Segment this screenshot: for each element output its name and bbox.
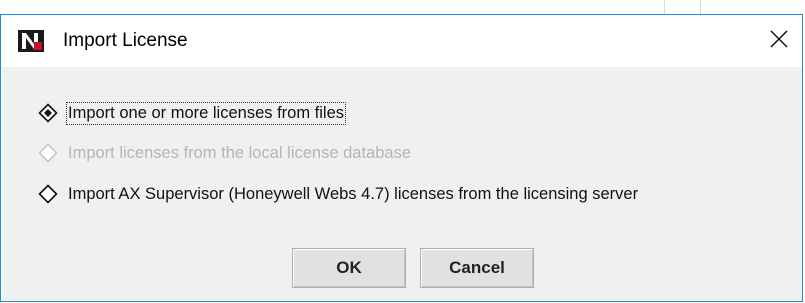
option-import-from-local-database: Import licenses from the local license d… — [38, 143, 411, 163]
option-label: Import AX Supervisor (Honeywell Webs 4.7… — [68, 184, 639, 203]
import-license-dialog: Import License Import one or more licens… — [0, 14, 803, 302]
radio-unselected-icon[interactable] — [38, 184, 58, 204]
radio-unselected-icon — [38, 143, 58, 163]
option-import-from-licensing-server[interactable]: Import AX Supervisor (Honeywell Webs 4.7… — [38, 184, 638, 204]
title-bar[interactable]: Import License — [1, 15, 802, 67]
ok-button[interactable]: OK — [292, 248, 406, 288]
close-icon — [770, 30, 788, 48]
dialog-content: Import one or more licenses from files I… — [2, 67, 802, 301]
option-label: Import licenses from the local license d… — [68, 143, 412, 162]
background-window-edge — [700, 0, 701, 14]
close-button[interactable] — [756, 15, 802, 63]
radio-selected-icon[interactable] — [38, 103, 58, 123]
option-import-from-files[interactable]: Import one or more licenses from files — [38, 101, 347, 125]
cancel-button[interactable]: Cancel — [420, 248, 534, 288]
option-label: Import one or more licenses from files — [65, 101, 347, 125]
dialog-title: Import License — [63, 30, 188, 51]
niagara-n-icon — [18, 30, 44, 52]
background-window-edge — [664, 0, 665, 14]
